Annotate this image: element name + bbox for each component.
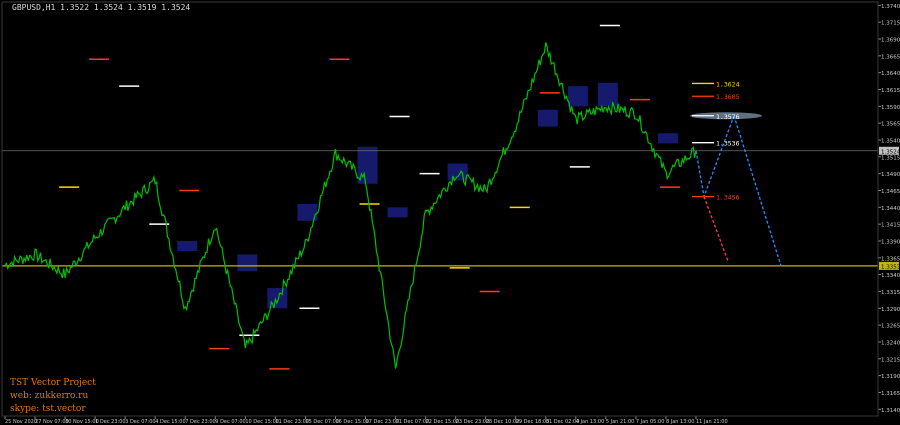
order-zone xyxy=(177,240,198,252)
y-tick-label: 1.3165 xyxy=(881,391,900,397)
time-axis: 25 Nov 202027 Nov 07:0030 Nov 15:001 Dec… xyxy=(4,416,728,425)
x-tick-label: 11 Jan 21:00 xyxy=(696,419,728,425)
chart-frame xyxy=(1,1,879,417)
x-tick-label: 1 Dec 23:00 xyxy=(95,419,125,425)
x-tick-label: 9 Dec 07:00 xyxy=(215,419,245,425)
watermark-skype: skype: tst.vector xyxy=(10,404,86,414)
level-tag: 1.3576 xyxy=(716,113,740,121)
projection-red-down xyxy=(703,196,729,262)
x-tick-label: 17 Dec 23:00 xyxy=(366,419,400,425)
watermark-web: web: zukkerro.ru xyxy=(10,391,89,401)
y-tick-label: 1.3340 xyxy=(881,273,900,279)
level-tag: 1.3605 xyxy=(716,93,740,101)
level-markers xyxy=(59,24,680,370)
y-tick-label: 1.3215 xyxy=(881,357,900,363)
order-zone xyxy=(597,82,618,107)
y-tick-label: 1.3240 xyxy=(881,340,900,346)
x-tick-label: 4 Jan 13:00 xyxy=(576,419,604,425)
y-tick-label: 1.3190 xyxy=(881,374,900,380)
level-tag: 1.3456 xyxy=(716,194,740,202)
y-tick-label: 1.3390 xyxy=(881,239,900,245)
y-tick-label: 1.3590 xyxy=(881,105,900,111)
symbol-info: GBPUSD,H1 1.3522 1.3524 1.3519 1.3524 xyxy=(12,3,191,12)
x-tick-label: 7 Jan 05:00 xyxy=(636,419,664,425)
x-tick-label: 22 Dec 15:00 xyxy=(426,419,460,425)
y-tick-label: 1.3353 xyxy=(881,264,900,270)
price-axis: 1.3740 1.3715 1.3690 1.3665 1.3640 1.3615 1.35… xyxy=(878,4,900,414)
level-tags: 1.3624 1.3605 1.3576 1.3536 1.3456 xyxy=(692,80,740,202)
order-zone xyxy=(447,163,468,181)
x-tick-label: 8 Jan 13:00 xyxy=(666,419,694,425)
x-tick-label: 31 Dec 02:00 xyxy=(546,419,580,425)
projection-blue-down xyxy=(733,115,782,267)
projection-blue-up xyxy=(695,115,735,200)
y-tick-label: 1.3490 xyxy=(881,172,900,178)
y-tick-label: 1.3290 xyxy=(881,307,900,313)
x-tick-label: 10 Dec 15:00 xyxy=(245,419,279,425)
watermark-title: TST Vector Project xyxy=(10,378,96,388)
y-tick-label: 1.3440 xyxy=(881,206,900,212)
y-tick-label: 1.3415 xyxy=(881,223,900,229)
x-tick-label: 3 Dec 07:00 xyxy=(125,419,155,425)
x-tick-label: 30 Nov 15:00 xyxy=(65,419,99,425)
y-tick-label: 1.3315 xyxy=(881,290,900,296)
x-tick-label: 25 Nov 2020 xyxy=(5,419,37,425)
x-tick-label: 29 Dec 18:00 xyxy=(516,419,550,425)
order-zone xyxy=(387,207,408,218)
x-tick-label: 21 Dec 07:00 xyxy=(396,419,430,425)
level-tag: 1.3624 xyxy=(716,80,740,88)
y-tick-label: 1.3540 xyxy=(881,139,900,145)
price-chart[interactable]: 1.36241.36051.35761.35361.3456 1.37401.3… xyxy=(0,0,900,425)
x-tick-label: 28 Dec 10:00 xyxy=(486,419,520,425)
y-tick-label: 1.3365 xyxy=(881,256,900,262)
x-tick-label: 4 Dec 15:00 xyxy=(155,419,185,425)
order-zone xyxy=(537,109,558,127)
order-zone xyxy=(567,86,588,107)
y-tick-label: 1.3615 xyxy=(881,88,900,94)
x-tick-label: 15 Dec 07:00 xyxy=(305,419,339,425)
y-tick-label: 1.3515 xyxy=(881,155,900,161)
price-series xyxy=(4,42,697,369)
y-tick-label: 1.3690 xyxy=(881,38,900,44)
order-zone xyxy=(237,254,258,272)
y-tick-label: 1.3665 xyxy=(881,54,900,60)
x-tick-label: 27 Nov 07:00 xyxy=(35,419,69,425)
y-tick-label: 1.3640 xyxy=(881,71,900,77)
y-tick-label: 1.3715 xyxy=(881,21,900,27)
y-tick-label: 1.3140 xyxy=(881,408,900,414)
y-tick-label: 1.3265 xyxy=(881,324,900,330)
x-tick-label: 5 Jan 21:00 xyxy=(606,419,634,425)
x-tick-label: 23 Dec 23:00 xyxy=(456,419,490,425)
y-tick-label: 1.3740 xyxy=(881,4,900,10)
x-tick-label: 7 Dec 23:00 xyxy=(185,419,215,425)
x-tick-label: 11 Dec 23:00 xyxy=(275,419,309,425)
y-tick-label: 1.3465 xyxy=(881,189,900,195)
projection-arrows xyxy=(690,112,782,267)
y-tick-label: 1.3565 xyxy=(881,122,900,128)
order-zone xyxy=(657,133,678,144)
x-tick-label: 16 Dec 15:00 xyxy=(335,419,369,425)
order-zones xyxy=(177,82,678,309)
level-tag: 1.3536 xyxy=(716,140,740,148)
